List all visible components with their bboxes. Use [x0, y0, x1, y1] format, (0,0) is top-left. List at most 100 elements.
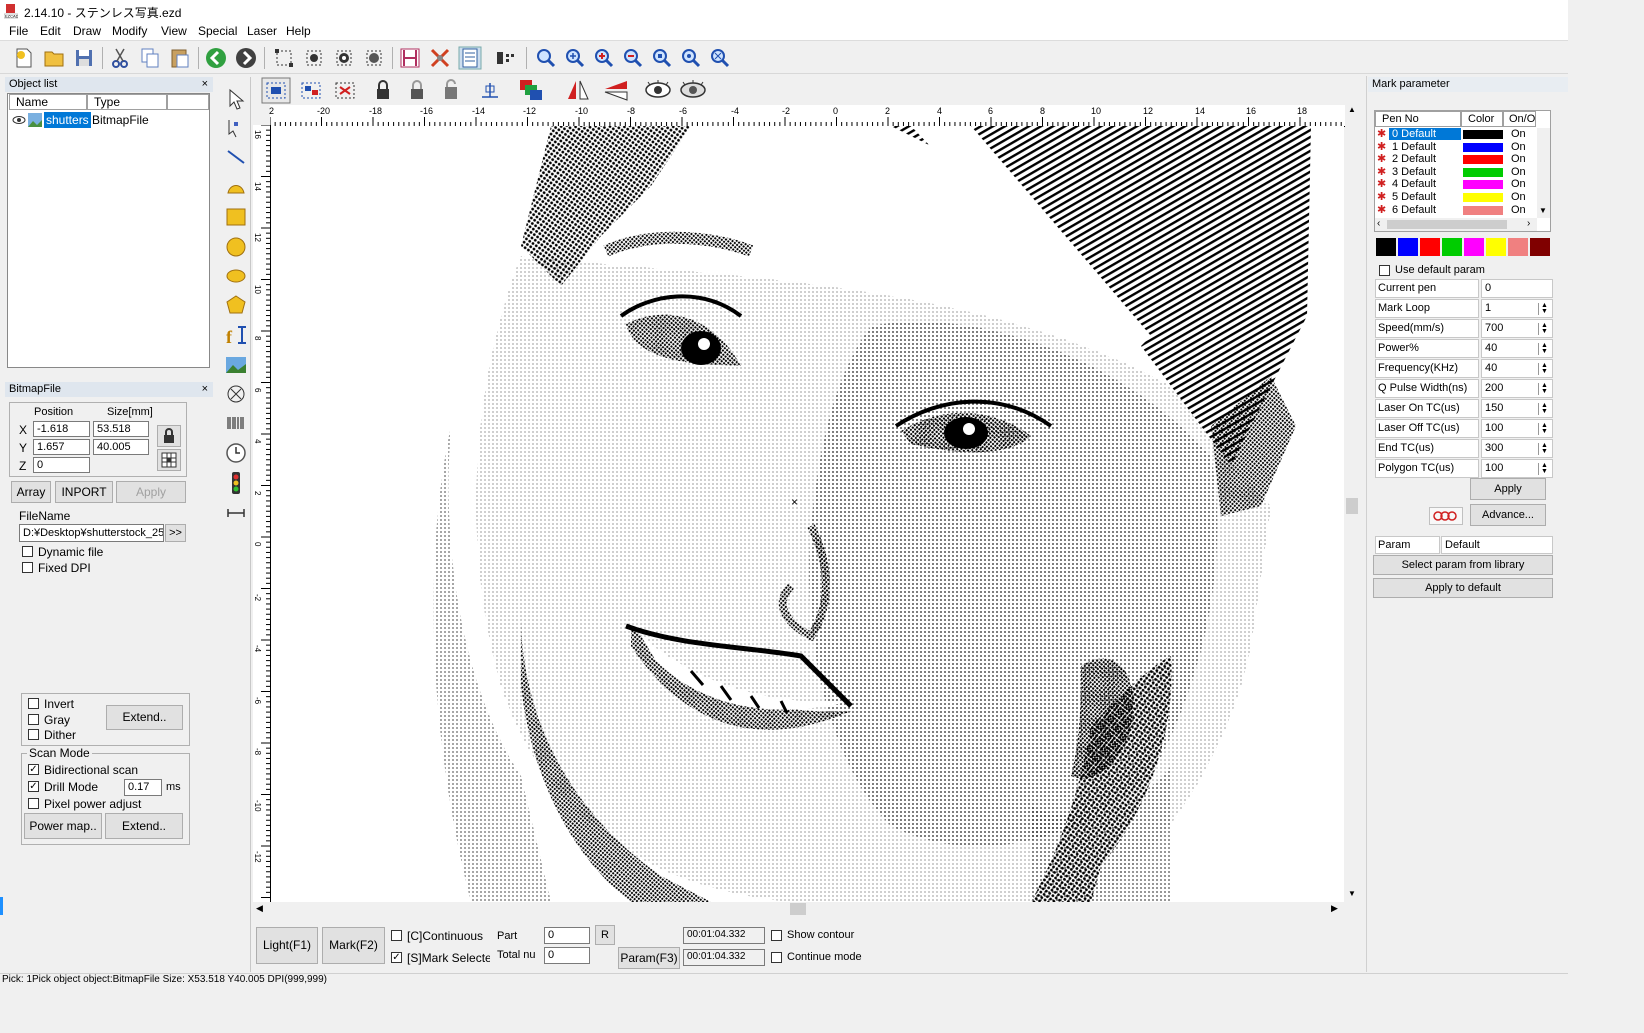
- menu-draw[interactable]: Draw: [73, 24, 101, 38]
- gray-checkbox[interactable]: [28, 714, 39, 725]
- rectangle-icon[interactable]: [222, 203, 250, 231]
- hatch-icon[interactable]: [398, 46, 422, 70]
- spinner-icon[interactable]: ▲ ▼: [1538, 402, 1550, 415]
- fixed-dpi-checkbox[interactable]: [22, 562, 33, 573]
- ellipse-icon[interactable]: [222, 262, 250, 290]
- group-icon[interactable]: [261, 77, 291, 104]
- y-position-input[interactable]: 1.657: [33, 439, 90, 455]
- pen-row[interactable]: ✱ 4 Default On: [1375, 178, 1537, 191]
- param-value-input[interactable]: 40 ▲ ▼: [1481, 359, 1553, 378]
- pen-row[interactable]: ✱ 6 Default On: [1375, 204, 1537, 217]
- menu-file[interactable]: File: [9, 24, 28, 38]
- mirror-vertical-icon[interactable]: [601, 77, 631, 104]
- zoom-icon[interactable]: [534, 46, 558, 70]
- anchor-position-button[interactable]: [157, 449, 181, 471]
- light-button[interactable]: Light(F1): [256, 927, 318, 964]
- menu-laser[interactable]: Laser: [247, 24, 277, 38]
- polygon-icon[interactable]: [222, 292, 250, 320]
- vector-file-icon[interactable]: [222, 380, 250, 408]
- pen-row[interactable]: ✱ 5 Default On: [1375, 191, 1537, 204]
- bidirectional-checkbox[interactable]: ✓: [28, 764, 39, 775]
- scroll-left-icon[interactable]: ◀: [256, 903, 263, 914]
- column-header-pen-no[interactable]: Pen No: [1375, 111, 1461, 127]
- chevron-right-icon[interactable]: ›: [1527, 218, 1530, 229]
- close-icon[interactable]: ×: [202, 382, 208, 397]
- spinner-icon[interactable]: ▲ ▼: [1538, 362, 1550, 375]
- invert-checkbox[interactable]: [28, 698, 39, 709]
- horizontal-scrollbar[interactable]: ◀ ▶: [253, 902, 1345, 916]
- param-value-input[interactable]: 300 ▲ ▼: [1481, 439, 1553, 458]
- continue-mode-checkbox[interactable]: [771, 952, 782, 963]
- forward-icon[interactable]: [234, 46, 258, 70]
- spinner-icon[interactable]: ▲ ▼: [1538, 382, 1550, 395]
- param-value-input[interactable]: 200 ▲ ▼: [1481, 379, 1553, 398]
- text-icon[interactable]: f: [222, 321, 250, 349]
- drawing-canvas[interactable]: ×: [271, 126, 1344, 902]
- spinner-icon[interactable]: ▲ ▼: [1538, 422, 1550, 435]
- unlock-all-icon[interactable]: [438, 77, 464, 104]
- menu-edit[interactable]: Edit: [40, 24, 61, 38]
- halftone-portrait-image[interactable]: ×: [271, 126, 1344, 902]
- wobble-button[interactable]: [1429, 507, 1463, 525]
- select-arrow-icon[interactable]: [222, 85, 250, 113]
- barcode-icon[interactable]: [222, 410, 250, 438]
- zoom-selected-icon[interactable]: [679, 46, 703, 70]
- reset-count-button[interactable]: R: [595, 925, 615, 945]
- advance-button[interactable]: Advance...: [1470, 504, 1546, 526]
- zoom-in-icon[interactable]: [563, 46, 587, 70]
- pen-row[interactable]: ✱ 2 Default On: [1375, 153, 1537, 166]
- column-header-type[interactable]: Type: [87, 94, 167, 110]
- scroll-right-icon[interactable]: ▶: [1331, 903, 1338, 914]
- select-invert-icon[interactable]: [362, 46, 386, 70]
- menu-help[interactable]: Help: [286, 24, 311, 38]
- color-swatch[interactable]: [1486, 238, 1506, 256]
- circle-icon[interactable]: [222, 233, 250, 261]
- param-apply-button[interactable]: Apply: [1470, 478, 1546, 500]
- param-value-input[interactable]: 1 ▲ ▼: [1481, 299, 1553, 318]
- edit-list-icon[interactable]: [458, 46, 482, 70]
- param-button[interactable]: Param(F3): [618, 947, 680, 969]
- pen-list-hscroll-thumb[interactable]: [1387, 220, 1507, 229]
- center-object-icon[interactable]: [476, 77, 504, 104]
- param-value-input[interactable]: 100 ▲ ▼: [1481, 419, 1553, 438]
- browse-button[interactable]: >>: [165, 524, 186, 542]
- zoom-plus-icon[interactable]: [592, 46, 616, 70]
- scroll-up-icon[interactable]: ▲: [1348, 105, 1356, 114]
- drill-mode-checkbox[interactable]: ✓: [28, 781, 39, 792]
- pen-list-hscrollbar[interactable]: ‹ ›: [1375, 218, 1537, 231]
- color-swatch[interactable]: [1420, 238, 1440, 256]
- column-header-color[interactable]: Color: [1461, 111, 1503, 127]
- spinner-icon[interactable]: ▲ ▼: [1538, 322, 1550, 335]
- mark-selected-checkbox[interactable]: ✓: [391, 952, 402, 963]
- color-swatch[interactable]: [1530, 238, 1550, 256]
- sort-order-icon[interactable]: [517, 77, 547, 104]
- vertical-scrollbar[interactable]: ▲ ▼: [1345, 105, 1359, 902]
- filename-input[interactable]: D:¥Desktop¥shutterstock_25: [19, 524, 164, 542]
- spinner-icon[interactable]: ▲ ▼: [1538, 302, 1550, 315]
- mark-button[interactable]: Mark(F2): [322, 927, 385, 964]
- color-swatch[interactable]: [1464, 238, 1484, 256]
- color-swatch[interactable]: [1398, 238, 1418, 256]
- pen-row[interactable]: ✱ 0 Default On: [1375, 128, 1537, 141]
- size-x-input[interactable]: 53.518: [93, 421, 149, 437]
- param-value-input[interactable]: 0: [1481, 279, 1553, 298]
- column-header-on-off[interactable]: On/O: [1503, 111, 1536, 127]
- color-swatch[interactable]: [1376, 238, 1396, 256]
- param-name-value[interactable]: Default: [1441, 536, 1553, 554]
- close-icon[interactable]: ×: [202, 77, 208, 92]
- save-icon[interactable]: [72, 46, 96, 70]
- new-file-icon[interactable]: [12, 46, 36, 70]
- total-input[interactable]: 0: [544, 947, 590, 964]
- pen-row[interactable]: ✱ 3 Default On: [1375, 166, 1537, 179]
- zoom-out-icon[interactable]: [621, 46, 645, 70]
- io-signal-icon[interactable]: [222, 469, 250, 497]
- size-y-input[interactable]: 40.005: [93, 439, 149, 455]
- param-value-input[interactable]: 150 ▲ ▼: [1481, 399, 1553, 418]
- apply-to-default-button[interactable]: Apply to default: [1373, 578, 1553, 598]
- ungroup-icon[interactable]: [296, 77, 326, 104]
- z-position-input[interactable]: 0: [33, 457, 90, 473]
- mirror-horizontal-icon[interactable]: [563, 77, 593, 104]
- array-button[interactable]: Array: [11, 481, 51, 503]
- pen-list-scrollbar[interactable]: ▼: [1537, 128, 1550, 218]
- copy-icon[interactable]: [138, 46, 162, 70]
